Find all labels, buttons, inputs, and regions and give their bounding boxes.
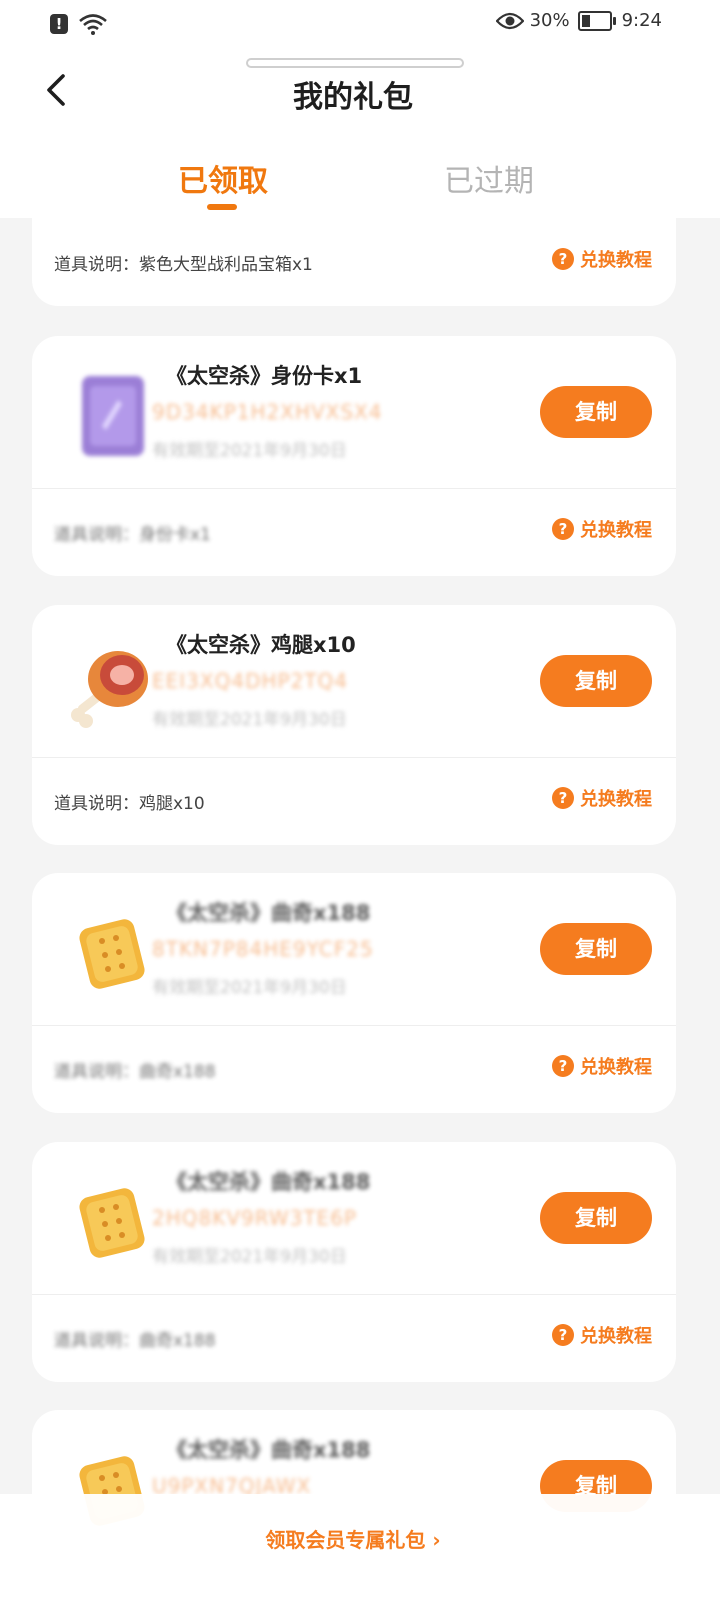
item-description: 道具说明：身份卡x1 — [54, 525, 211, 545]
item-description: 道具说明：曲奇x188 — [54, 1331, 216, 1351]
redeem-tutorial-label: 兑换教程 — [580, 1326, 652, 1347]
gift-code[interactable]: EEI3XQ4DHP2TQ4 — [152, 669, 348, 693]
divider — [32, 1025, 676, 1026]
redeem-tutorial-link[interactable]: ? 兑换教程 — [552, 1053, 652, 1079]
tab-expired[interactable]: 已过期 — [444, 156, 534, 200]
gift-expiry: 有效期至2021年9月30日 — [152, 1247, 347, 1267]
help-icon: ? — [552, 787, 574, 809]
gift-card: 道具说明：紫色大型战利品宝箱x1 ? 兑换教程 — [32, 218, 676, 306]
gift-title: 《太空杀》曲奇x188 — [166, 1438, 371, 1462]
member-gift-banner[interactable]: 领取会员专属礼包 › — [0, 1494, 720, 1600]
status-right: 30% 9:24 — [495, 10, 662, 31]
redeem-tutorial-link[interactable]: ? 兑换教程 — [552, 516, 652, 542]
biscuit-icon — [79, 919, 145, 989]
gift-expiry: 有效期至2021年9月30日 — [152, 441, 347, 461]
clock: 9:24 — [621, 10, 662, 31]
item-description: 道具说明：曲奇x188 — [54, 1062, 216, 1082]
divider — [32, 757, 676, 758]
gift-card: 《太空杀》曲奇x188 8TKN7P84HE9YCF25 有效期至2021年9月… — [32, 873, 676, 1113]
biscuit-icon — [79, 1188, 145, 1258]
divider — [32, 1294, 676, 1295]
redeem-tutorial-label: 兑换教程 — [580, 1057, 652, 1078]
copy-button[interactable]: 复制 — [540, 655, 652, 707]
purple-card-icon — [82, 376, 144, 456]
gift-title: 《太空杀》身份卡x1 — [166, 364, 363, 388]
battery-icon — [577, 10, 616, 31]
gift-expiry: 有效期至2021年9月30日 — [152, 710, 347, 730]
gift-code[interactable]: 9D34KP1H2XHVXSX4 — [152, 400, 382, 424]
gift-code[interactable]: 2HQ8KV9RW3TE6P — [152, 1206, 357, 1230]
battery-level — [581, 14, 590, 27]
gift-card: 《太空杀》曲奇x188 2HQ8KV9RW3TE6P 有效期至2021年9月30… — [32, 1142, 676, 1382]
redeem-tutorial-label: 兑换教程 — [580, 250, 652, 271]
alert-icon: ! — [50, 14, 68, 34]
page-title: 我的礼包 — [293, 80, 413, 115]
chicken-leg-icon — [71, 651, 148, 728]
item-description: 道具说明：鸡腿x10 — [54, 794, 205, 814]
divider — [32, 488, 676, 489]
help-icon: ? — [552, 248, 574, 270]
tab-claimed[interactable]: 已领取 — [178, 156, 268, 200]
help-icon: ? — [552, 1055, 574, 1077]
status-bar: ! 30% 9:24 — [0, 0, 720, 50]
copy-button[interactable]: 复制 — [540, 386, 652, 438]
redeem-tutorial-label: 兑换教程 — [580, 789, 652, 810]
battery-percent: 30% — [529, 10, 570, 31]
drag-handle[interactable] — [246, 58, 464, 68]
status-left: ! — [50, 12, 108, 36]
item-description: 道具说明：紫色大型战利品宝箱x1 — [54, 255, 313, 275]
gift-title: 《太空杀》曲奇x188 — [166, 1170, 371, 1194]
copy-button[interactable]: 复制 — [540, 923, 652, 975]
gift-title: 《太空杀》鸡腿x10 — [166, 633, 356, 657]
redeem-tutorial-label: 兑换教程 — [580, 520, 652, 541]
copy-button[interactable]: 复制 — [540, 1192, 652, 1244]
redeem-tutorial-link[interactable]: ? 兑换教程 — [552, 246, 652, 272]
member-gift-link[interactable]: 领取会员专属礼包 › — [0, 1524, 706, 1553]
eye-icon — [495, 12, 524, 29]
wifi-icon — [79, 14, 107, 35]
help-icon: ? — [552, 1324, 574, 1346]
tab-indicator — [207, 204, 237, 210]
screen: ! 30% 9:24 我的礼包 已领取 已过期 道具说明：紫色大型战利品宝箱x1… — [0, 0, 720, 1600]
help-icon: ? — [552, 518, 574, 540]
gift-card: 《太空杀》鸡腿x10 EEI3XQ4DHP2TQ4 有效期至2021年9月30日… — [32, 605, 676, 845]
redeem-tutorial-link[interactable]: ? 兑换教程 — [552, 785, 652, 811]
gift-code[interactable]: 8TKN7P84HE9YCF25 — [152, 937, 374, 961]
header: ! 30% 9:24 我的礼包 已领取 已过期 — [0, 0, 720, 218]
gift-title: 《太空杀》曲奇x188 — [166, 901, 371, 925]
redeem-tutorial-link[interactable]: ? 兑换教程 — [552, 1322, 652, 1348]
gift-card: 《太空杀》身份卡x1 9D34KP1H2XHVXSX4 有效期至2021年9月3… — [32, 336, 676, 576]
gift-expiry: 有效期至2021年9月30日 — [152, 978, 347, 998]
